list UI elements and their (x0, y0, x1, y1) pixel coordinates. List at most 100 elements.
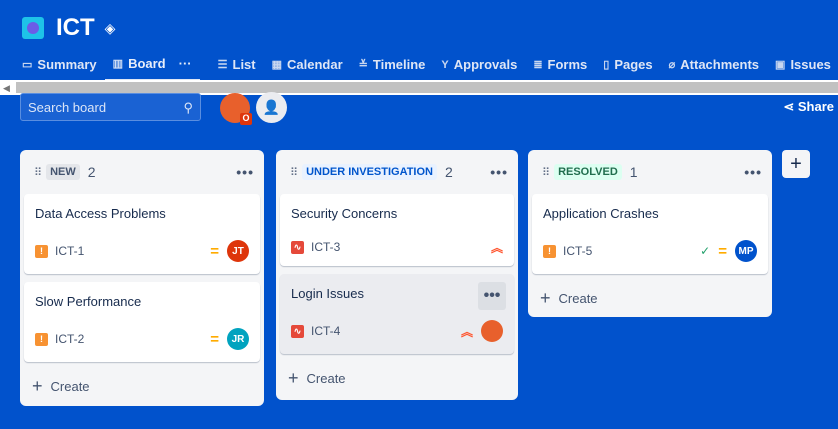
tab-attachments[interactable]: ⌀ Attachments (661, 52, 767, 81)
share-button[interactable]: ⋖ Share (783, 99, 834, 115)
create-button[interactable]: + Create (280, 362, 514, 395)
paint-bucket-icon[interactable]: ◈ (105, 20, 116, 37)
tab-label: Timeline (372, 57, 426, 72)
create-button[interactable]: + Create (532, 282, 768, 315)
priority-high-icon: ︽ (490, 240, 503, 255)
column-more-button[interactable]: ••• (236, 164, 254, 180)
plus-icon: + (288, 368, 299, 388)
priority-high-icon: ︽ (460, 324, 473, 339)
card-more-button[interactable]: ••• (478, 282, 506, 310)
issue-card[interactable]: Security Concerns ∿ ICT-3 ︽ (280, 194, 514, 266)
tab-summary[interactable]: ▭ Summary (14, 52, 105, 81)
priority-medium-icon: = (210, 330, 219, 348)
assignee-avatar[interactable]: JT (227, 240, 249, 262)
tab-label: Approvals (453, 57, 518, 72)
priority-medium-icon: = (718, 242, 727, 260)
project-header: ICT ◈ (22, 14, 115, 42)
column-more-button[interactable]: ••• (744, 164, 762, 180)
issue-key[interactable]: ICT-5 (563, 244, 592, 258)
card-title: Data Access Problems (35, 206, 166, 221)
status-lozenge: RESOLVED (554, 164, 622, 180)
column-more-button[interactable]: ••• (490, 164, 508, 180)
tab-bar: ▭ Summary ▥ Board ··· ☰ List ▦ Calendar ≚ Time… (14, 52, 838, 81)
tab-board[interactable]: ▥ Board ··· (104, 52, 200, 81)
tab-forms[interactable]: ≣ Forms (525, 52, 595, 81)
issue-key[interactable]: ICT-2 (55, 332, 84, 346)
forms-icon: ≣ (533, 59, 543, 71)
tab-list[interactable]: ☰ List (210, 52, 264, 81)
create-label: Create (306, 371, 346, 386)
issue-count: 2 (444, 164, 453, 180)
issue-card[interactable]: Login Issues ••• ∿ ICT-4 ︽ (280, 274, 514, 354)
tab-label: Board (128, 56, 166, 71)
column-resolved: ⠿ RESOLVED 1 ••• Application Crashes ! ICT-5… (528, 150, 772, 317)
tab-label: Issues (790, 57, 831, 72)
search-input[interactable]: Search board ⚲ (20, 93, 201, 121)
tab-pages[interactable]: ▯ Pages (595, 52, 660, 81)
board-icon: ▥ (112, 58, 124, 70)
assignee-avatar[interactable]: MP (735, 240, 757, 262)
add-people-button[interactable]: 👤 (256, 92, 287, 123)
avatar[interactable]: O (220, 93, 252, 125)
calendar-icon: ▦ (271, 59, 283, 71)
incident-icon: ! (35, 332, 48, 346)
add-person-icon: 👤 (262, 99, 281, 115)
tab-label: Attachments (680, 57, 760, 72)
issue-card[interactable]: Data Access Problems ! ICT-1 = JT (24, 194, 260, 274)
create-button[interactable]: + Create (24, 370, 260, 403)
drag-handle-icon[interactable]: ⠿ (290, 166, 298, 179)
create-label: Create (558, 291, 598, 306)
issue-key[interactable]: ICT-1 (55, 244, 84, 258)
plus-icon: + (32, 376, 43, 396)
problem-icon: ∿ (291, 240, 304, 254)
tab-calendar[interactable]: ▦ Calendar (264, 52, 351, 81)
drag-handle-icon[interactable]: ⠿ (542, 166, 550, 179)
search-icon: ⚲ (183, 100, 193, 115)
incident-icon: ! (35, 244, 48, 258)
tab-label: List (232, 57, 256, 72)
column-new: ⠿ NEW 2 ••• Data Access Problems ! ICT-1 = JT … (20, 150, 264, 406)
plus-icon: + (540, 288, 551, 308)
card-title: Security Concerns (291, 206, 398, 221)
approvals-icon: Y (441, 58, 449, 71)
column-under-investigation: ⠿ UNDER INVESTIGATION 2 ••• Security Concer… (276, 150, 518, 400)
issue-key[interactable]: ICT-4 (311, 324, 340, 338)
card-title: Login Issues (291, 286, 364, 301)
card-title: Slow Performance (35, 294, 142, 309)
pages-icon: ▯ (603, 59, 610, 71)
tab-label: Calendar (287, 57, 343, 72)
project-logo-icon (22, 17, 44, 39)
paperclip-icon: ⌀ (668, 59, 676, 71)
assignee-avatar[interactable]: JR (227, 328, 249, 350)
tab-label: Summary (37, 57, 97, 72)
search-placeholder: Search board (28, 100, 107, 115)
issue-count: 2 (87, 164, 96, 180)
status-lozenge: NEW (46, 164, 80, 180)
add-column-button[interactable]: + (782, 150, 810, 178)
share-label: Share (797, 99, 834, 114)
drag-handle-icon[interactable]: ⠿ (34, 166, 42, 179)
done-check-icon: ✓ (700, 244, 711, 258)
tab-more-button[interactable]: ··· (179, 56, 192, 71)
plus-icon: + (790, 152, 802, 175)
issue-card[interactable]: Slow Performance ! ICT-2 = JR (24, 282, 260, 362)
project-title: ICT (56, 14, 95, 41)
issue-card[interactable]: Application Crashes ! ICT-5 ✓ = MP (532, 194, 768, 274)
issues-icon: ▣ (775, 59, 786, 71)
tab-label: Pages (614, 57, 653, 72)
tab-label: Forms (547, 57, 588, 72)
problem-icon: ∿ (291, 324, 304, 338)
tab-issues[interactable]: ▣ Issues (767, 52, 838, 81)
assignee-avatar[interactable] (481, 320, 503, 342)
create-label: Create (50, 379, 90, 394)
priority-medium-icon: = (210, 242, 219, 260)
issue-key[interactable]: ICT-3 (311, 240, 340, 254)
timeline-icon: ≚ (358, 59, 368, 71)
summary-icon: ▭ (22, 59, 33, 71)
share-icon: ⋖ (783, 99, 798, 114)
issue-count: 1 (629, 164, 638, 180)
tab-timeline[interactable]: ≚ Timeline (351, 52, 434, 81)
scrollbar-thumb[interactable] (16, 82, 838, 93)
tab-approvals[interactable]: Y Approvals (433, 52, 525, 81)
scroll-left-icon[interactable]: ◀ (3, 83, 10, 94)
